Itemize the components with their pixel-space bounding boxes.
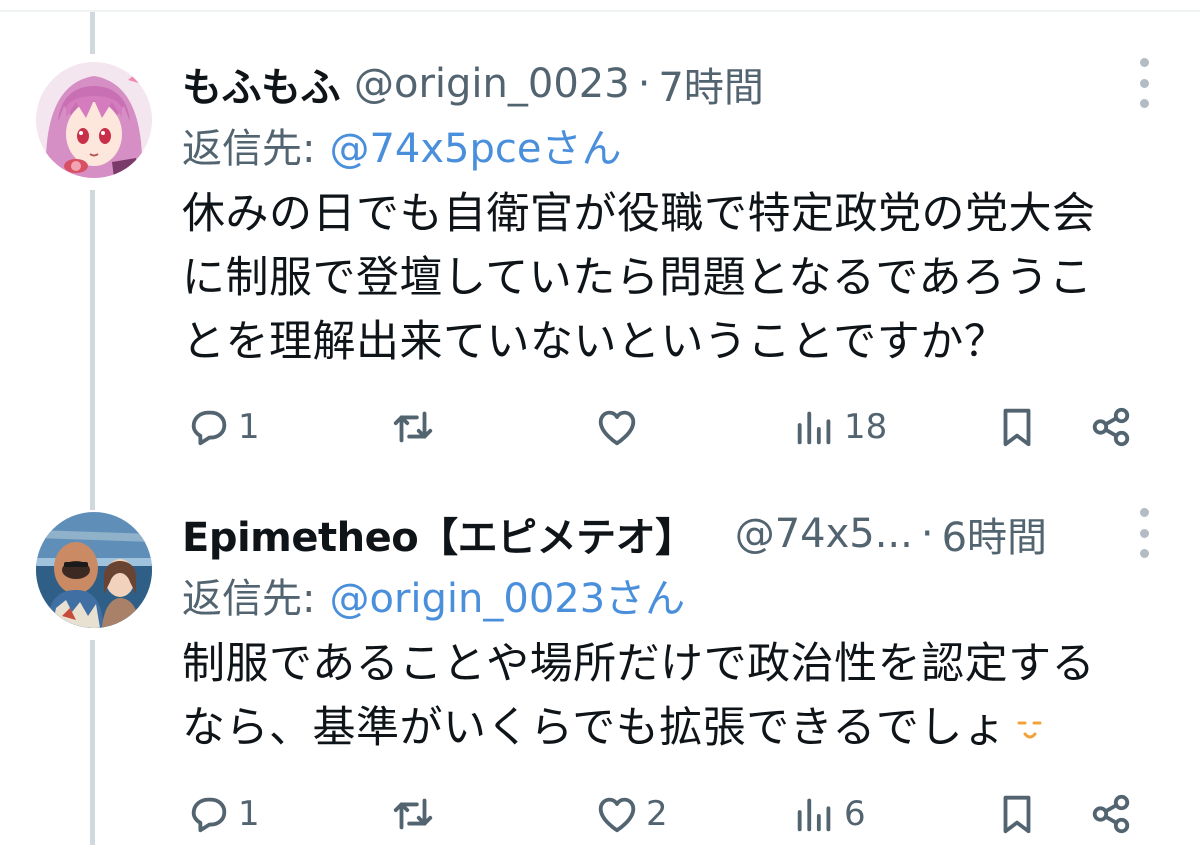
reply-mention-link[interactable]: @74x5pceさん [329, 116, 621, 174]
emoji-icon [1017, 721, 1042, 738]
like-button[interactable]: 2 [594, 786, 668, 842]
thread-line [90, 640, 95, 845]
timestamp[interactable]: 7時間 [658, 55, 763, 113]
reply-count: 1 [238, 407, 260, 447]
bookmark-button[interactable] [994, 786, 1040, 842]
thread-line [90, 190, 95, 510]
separator-dot: · [920, 511, 934, 557]
timestamp[interactable]: 6時間 [942, 505, 1047, 563]
thread-line [90, 12, 95, 54]
divider [0, 10, 1200, 12]
views-icon [797, 411, 831, 445]
more-icon[interactable] [1136, 58, 1152, 108]
tweet-text-line: 制服であることや場所だけで政治性を認定する [182, 639, 1096, 689]
bookmark-icon [1003, 795, 1031, 834]
retweet-icon [393, 411, 433, 443]
user-handle[interactable]: @74x5... [735, 511, 913, 557]
reply-to-label: 返信先: [182, 126, 316, 172]
retweet-button[interactable] [390, 399, 442, 455]
reply-button[interactable]: 1 [186, 399, 260, 455]
reply-count: 1 [238, 794, 260, 834]
share-button[interactable] [1088, 399, 1134, 455]
reply-to: 返信先: @74x5pceさん [182, 118, 622, 172]
views-count: 18 [844, 407, 888, 447]
reply-mention-link[interactable]: @origin_0023さん [329, 566, 685, 624]
like-button[interactable] [594, 399, 646, 455]
views-count: 6 [844, 794, 866, 834]
retweet-icon [393, 798, 433, 830]
reply-icon [191, 410, 227, 446]
reply-icon [191, 797, 227, 833]
share-button[interactable] [1088, 786, 1134, 842]
user-handle[interactable]: @origin_0023 [354, 61, 630, 107]
avatar[interactable] [36, 62, 152, 178]
tweet-actions: 1 18 [182, 399, 1192, 455]
like-icon [598, 410, 636, 446]
reply-to-label: 返信先: [182, 576, 316, 622]
avatar[interactable] [36, 512, 152, 628]
separator-dot: · [637, 61, 651, 107]
tweet-header: Epimetheo【エピメテオ】 @74x5... · 6時間 [182, 504, 1047, 564]
retweet-button[interactable] [390, 786, 442, 842]
tweet[interactable]: もふもふ @origin_0023 · 7時間 返信先: @74x5pceさん … [182, 54, 1200, 454]
reply-to: 返信先: @origin_0023さん [182, 568, 685, 622]
tweet[interactable]: Epimetheo【エピメテオ】 @74x5... · 6時間 返信先: @or… [182, 504, 1200, 845]
tweet-text: 休みの日でも自衛官が役職で特定政党の党大会 に制服で登壇していたら問題となるであ… [182, 182, 1172, 374]
tweet-text-line: に制服で登壇していたら問題となるであろうこ [182, 253, 1093, 303]
more-icon[interactable] [1136, 508, 1152, 558]
share-icon [1092, 407, 1130, 447]
bookmark-button[interactable] [994, 399, 1040, 455]
views-button[interactable]: 18 [792, 399, 887, 455]
reply-button[interactable]: 1 [186, 786, 260, 842]
reply-thread: もふもふ @origin_0023 · 7時間 返信先: @74x5pceさん … [0, 0, 1200, 845]
share-icon [1092, 794, 1130, 834]
display-name[interactable]: もふもふ [182, 55, 341, 113]
tweet-text: 制服であることや場所だけで政治性を認定する なら、基準がいくらでも拡張できるでし… [182, 632, 1172, 760]
like-count: 2 [646, 794, 668, 834]
tweet-text-line: なら、基準がいくらでも拡張できるでしょ [182, 696, 1172, 760]
tweet-actions: 1 2 6 [182, 786, 1192, 842]
views-button[interactable]: 6 [792, 786, 866, 842]
views-icon [797, 798, 831, 832]
display-name[interactable]: Epimetheo【エピメテオ】 [182, 505, 695, 563]
bookmark-icon [1003, 408, 1031, 447]
tweet-text-line: とを理解出来ていないということですか？ [182, 317, 1008, 367]
like-icon [598, 797, 636, 833]
tweet-text-line-content: なら、基準がいくらでも拡張できるでしょ [182, 703, 1007, 753]
tweet-header: もふもふ @origin_0023 · 7時間 [182, 54, 764, 114]
tweet-text-line: 休みの日でも自衛官が役職で特定政党の党大会 [182, 189, 1096, 239]
